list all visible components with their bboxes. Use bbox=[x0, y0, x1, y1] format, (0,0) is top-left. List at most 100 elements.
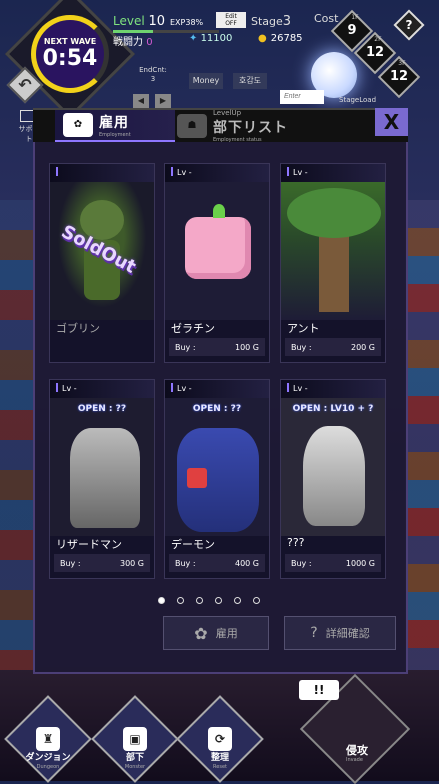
card-level: Lv - bbox=[165, 164, 269, 182]
tab-subordinates-sub: Employment status bbox=[213, 137, 262, 143]
level-display: Level 10 bbox=[113, 14, 165, 29]
page-dot[interactable] bbox=[215, 597, 222, 604]
enter-input[interactable] bbox=[280, 90, 324, 104]
level-label: Level bbox=[113, 14, 145, 28]
edit-toggle[interactable]: Edit OFF bbox=[216, 12, 246, 28]
page-indicator bbox=[158, 597, 260, 604]
help-button[interactable]: ? bbox=[393, 9, 425, 41]
invade-sub: Invade bbox=[346, 757, 363, 763]
monster-card-lizardman[interactable]: Lv - OPEN : ?? リザードマン Buy : 300 G bbox=[49, 379, 155, 579]
background-castle-left bbox=[0, 200, 34, 670]
buy-label: Buy : bbox=[60, 558, 81, 568]
open-condition: OPEN : LV10 + ? bbox=[292, 404, 374, 414]
nav-monster-label: 部下 bbox=[125, 753, 144, 763]
monster-card-gelatin[interactable]: Lv - ゼラチン Buy : 100 G bbox=[164, 163, 270, 363]
nav-reset-sub: Reset bbox=[213, 764, 227, 770]
floor-value: 12 bbox=[389, 69, 409, 84]
nav-monster-sub: Monster bbox=[124, 764, 146, 770]
back-arrow-icon: ↶ bbox=[18, 75, 32, 94]
stage-value: 3 bbox=[282, 14, 292, 29]
card-level: Lv - bbox=[281, 164, 385, 182]
page-dot[interactable] bbox=[253, 597, 260, 604]
exp-percent: EXP38% bbox=[170, 18, 204, 27]
details-label: 詳細確認 bbox=[325, 627, 370, 640]
edit-label: Edit bbox=[225, 13, 237, 20]
cost-label: Cost bbox=[314, 12, 339, 25]
hire-label: 雇用 bbox=[215, 627, 238, 640]
card-level: Lv - bbox=[165, 380, 269, 398]
buy-label: Buy : bbox=[291, 342, 312, 352]
nav-dungeon-label: ダンジョン bbox=[25, 753, 71, 763]
floor-value: 12 bbox=[365, 45, 385, 60]
question-icon: ? bbox=[405, 18, 413, 32]
buy-price: 300 G bbox=[119, 558, 144, 568]
tab-subordinates-title: 部下リスト bbox=[213, 120, 288, 136]
buy-price: 100 G bbox=[234, 342, 259, 352]
tab-lvup-label: LevelUp bbox=[213, 109, 242, 117]
edit-state: OFF bbox=[225, 20, 237, 27]
stageload-button[interactable]: StageLoad bbox=[339, 96, 376, 104]
card-buy[interactable]: Buy : 200 G bbox=[285, 338, 381, 356]
gold-count: 26785 bbox=[258, 33, 303, 44]
tab-employment-sub: Employment bbox=[99, 132, 131, 138]
gem-count: 11100 bbox=[189, 33, 233, 44]
open-condition: OPEN : ?? bbox=[77, 404, 127, 414]
monster-card-demon[interactable]: Lv - OPEN : ?? デーモン Buy : 400 G bbox=[164, 379, 270, 579]
monster-tv-icon: ▣ bbox=[123, 727, 147, 751]
prev-arrow-button[interactable]: ◀ bbox=[133, 94, 149, 108]
ant-art bbox=[281, 182, 385, 320]
details-icon: ? bbox=[310, 625, 318, 641]
buy-label: Buy : bbox=[291, 558, 312, 568]
page-dot[interactable] bbox=[158, 597, 165, 604]
buy-label: Buy : bbox=[175, 558, 196, 568]
card-name: ゴブリン bbox=[56, 322, 100, 335]
monster-card-unknown[interactable]: Lv - OPEN : LV10 + ? ??? Buy : 1000 G bbox=[280, 379, 386, 579]
card-level: Lv - bbox=[50, 380, 154, 398]
buy-price: 1000 G bbox=[345, 558, 375, 568]
money-button[interactable]: Money bbox=[189, 73, 223, 89]
monster-card-ant[interactable]: Lv - アント Buy : 200 G bbox=[280, 163, 386, 363]
next-wave-label: NEXT WAVE bbox=[43, 37, 97, 46]
page-dot[interactable] bbox=[177, 597, 184, 604]
next-arrow-button[interactable]: ▶ bbox=[155, 94, 171, 108]
monster-card-goblin[interactable]: SoldOut ゴブリン bbox=[49, 163, 155, 363]
hire-button[interactable]: ✿ 雇用 bbox=[163, 616, 269, 650]
endcnt-value: 3 bbox=[150, 75, 156, 83]
lizardman-art bbox=[50, 398, 154, 536]
card-name: デーモン bbox=[171, 538, 215, 551]
stage-label: Stage bbox=[251, 15, 283, 28]
end-count: EndCnt: 3 bbox=[133, 66, 173, 84]
employment-icon: ✿ bbox=[63, 113, 93, 137]
card-buy[interactable]: Buy : 1000 G bbox=[285, 554, 381, 572]
level-value: 10 bbox=[148, 14, 166, 29]
tab-employment[interactable]: ✿ 雇用 Employment bbox=[55, 110, 175, 142]
page-dot[interactable] bbox=[234, 597, 241, 604]
open-condition: OPEN : ?? bbox=[192, 404, 242, 414]
nav-dungeon-sub: Dungeon bbox=[36, 764, 60, 770]
nav-reset-label: 整理 bbox=[210, 753, 229, 763]
card-name: ??? bbox=[287, 536, 305, 549]
card-buy[interactable]: Buy : 400 G bbox=[169, 554, 265, 572]
dialog-tabs: ✿ 雇用 Employment ☗ LevelUp 部下リスト Employment … bbox=[33, 108, 408, 143]
card-buy[interactable]: Buy : 100 G bbox=[169, 338, 265, 356]
buy-label: Buy : bbox=[175, 342, 196, 352]
affinity-button[interactable]: 호감도 bbox=[233, 73, 267, 89]
hire-icon: ✿ bbox=[194, 623, 208, 643]
card-name: アント bbox=[287, 322, 320, 335]
background-castle-right bbox=[405, 200, 439, 670]
combat-power: 戦闘力 0 bbox=[113, 33, 153, 48]
power-value: 0 bbox=[146, 37, 153, 48]
page-dot[interactable] bbox=[196, 597, 203, 604]
details-button[interactable]: ? 詳細確認 bbox=[284, 616, 396, 650]
invade-label: 侵攻 bbox=[346, 744, 368, 757]
card-buy[interactable]: Buy : 300 G bbox=[54, 554, 150, 572]
gelatin-art bbox=[165, 182, 269, 320]
tab-subordinate-list[interactable]: ☗ LevelUp 部下リスト Employment status bbox=[169, 109, 329, 143]
power-label: 戦闘力 bbox=[113, 37, 143, 48]
tab-employment-title: 雇用 bbox=[99, 115, 129, 131]
stage-display: Stage3 bbox=[251, 14, 291, 29]
demon-art bbox=[165, 398, 269, 536]
card-name: ゼラチン bbox=[171, 322, 215, 335]
buy-price: 200 G bbox=[350, 342, 375, 352]
close-button[interactable]: X bbox=[375, 108, 408, 136]
